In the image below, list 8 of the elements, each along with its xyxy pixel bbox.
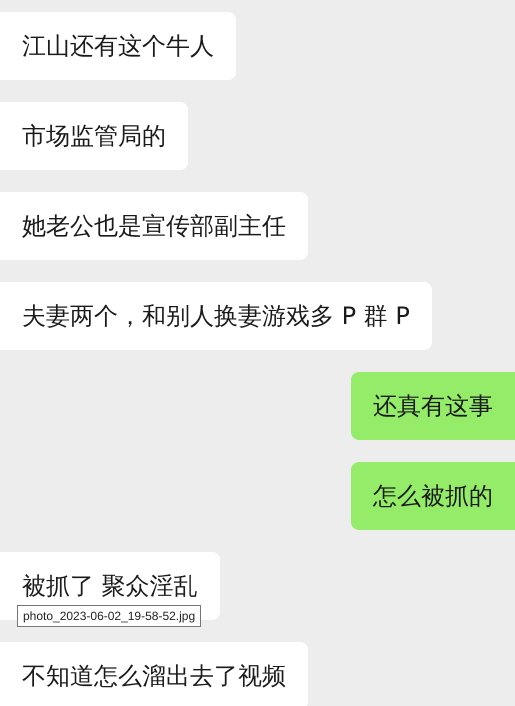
received-message-bubble: 江山还有这个牛人 <box>0 12 236 80</box>
received-message-bubble: 市场监管局的 <box>0 102 188 170</box>
filename-tooltip: photo_2023-06-02_19-58-52.jpg <box>17 605 202 627</box>
received-message-bubble: 夫妻两个，和别人换妻游戏多 P 群 P <box>0 282 432 350</box>
sent-message-bubble: 还真有这事 <box>351 372 515 440</box>
received-message-bubble: 她老公也是宣传部副主任 <box>0 192 308 260</box>
sent-message-bubble: 怎么被抓的 <box>351 462 515 530</box>
received-message-bubble: 不知道怎么溜出去了视频 <box>0 642 308 706</box>
